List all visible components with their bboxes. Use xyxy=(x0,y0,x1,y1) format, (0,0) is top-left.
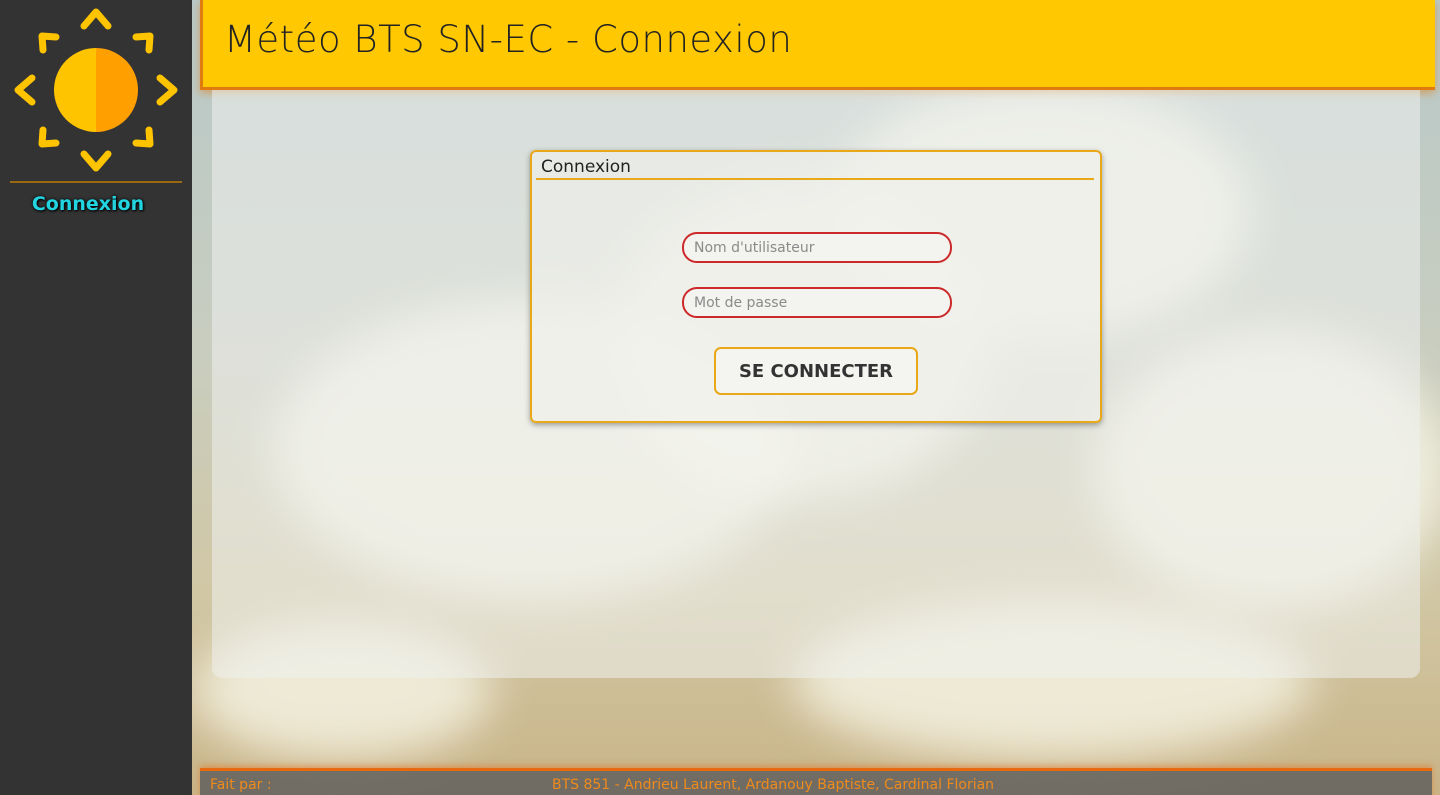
page-footer: Fait par : BTS 851 - Andrieu Laurent, Ar… xyxy=(200,768,1432,795)
password-input[interactable] xyxy=(682,287,952,318)
username-input[interactable] xyxy=(682,232,952,263)
sidebar: Connexion xyxy=(0,0,192,795)
footer-label: Fait par : xyxy=(210,777,272,793)
login-button[interactable]: SE CONNECTER xyxy=(714,347,918,395)
sidebar-item-connexion[interactable]: Connexion xyxy=(0,193,176,215)
legend-divider xyxy=(536,178,1094,180)
page-title: Météo BTS SN-EC - Connexion xyxy=(224,18,793,61)
sun-icon xyxy=(14,8,178,172)
login-legend: Connexion xyxy=(541,157,631,177)
login-form: Connexion SE CONNECTER xyxy=(530,150,1102,423)
page-header: Météo BTS SN-EC - Connexion xyxy=(200,0,1435,90)
footer-credits: BTS 851 - Andrieu Laurent, Ardanouy Bapt… xyxy=(552,777,995,793)
sidebar-divider xyxy=(10,181,182,183)
